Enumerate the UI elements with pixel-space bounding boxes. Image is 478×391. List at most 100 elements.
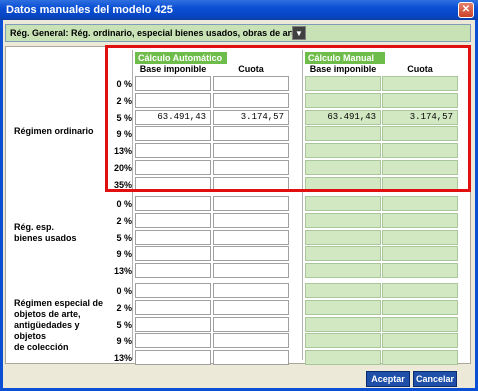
auto-base-field[interactable]: [135, 333, 211, 348]
close-button[interactable]: ✕: [458, 2, 474, 18]
manual-cuota-field[interactable]: [382, 213, 458, 228]
auto-cuota-field[interactable]: [213, 246, 289, 261]
auto-base-field[interactable]: [135, 300, 211, 315]
manual-base-field[interactable]: [305, 350, 381, 365]
rate-label: 5 %: [116, 233, 132, 243]
manual-cuota-field[interactable]: [382, 126, 458, 141]
manual-cuota-field[interactable]: [382, 93, 458, 108]
auto-cuota-field[interactable]: [213, 76, 289, 91]
column-header-cuota-auto: Cuota: [238, 64, 264, 74]
manual-base-field[interactable]: [305, 76, 381, 91]
auto-base-field[interactable]: 63.491,43: [135, 110, 211, 125]
manual-base-field[interactable]: [305, 300, 381, 315]
rate-label: 13%: [113, 353, 132, 363]
auto-base-field[interactable]: [135, 196, 211, 211]
manual-base-field[interactable]: [305, 160, 381, 175]
manual-base-field[interactable]: [305, 143, 381, 158]
rate-label: 9 %: [116, 129, 132, 139]
rate-label: 0 %: [116, 199, 132, 209]
regimen-select-value: Rég. General: Rég. ordinario, especial b…: [10, 28, 300, 38]
manual-base-field[interactable]: [305, 333, 381, 348]
column-divider: [302, 50, 303, 360]
auto-base-field[interactable]: [135, 263, 211, 278]
auto-base-field[interactable]: [135, 143, 211, 158]
auto-cuota-field[interactable]: [213, 177, 289, 192]
auto-cuota-field[interactable]: [213, 126, 289, 141]
manual-cuota-field[interactable]: [382, 317, 458, 332]
manual-base-field[interactable]: [305, 263, 381, 278]
column-header-cuota-manual: Cuota: [407, 64, 433, 74]
auto-base-field[interactable]: [135, 126, 211, 141]
auto-cuota-field[interactable]: [213, 160, 289, 175]
tab-calculo-manual[interactable]: Cálculo Manual: [305, 52, 385, 64]
rate-label: 5 %: [116, 113, 132, 123]
regimen-select[interactable]: Rég. General: Rég. ordinario, especial b…: [5, 24, 471, 42]
auto-base-field[interactable]: [135, 160, 211, 175]
section-label: Régimen ordinario: [14, 126, 94, 136]
chevron-down-icon[interactable]: ▼: [292, 26, 306, 40]
cancel-button[interactable]: Cancelar: [413, 371, 457, 387]
section-label: Rég. esp. bienes usados: [14, 222, 77, 243]
auto-cuota-field[interactable]: [213, 283, 289, 298]
rate-label: 2 %: [116, 216, 132, 226]
auto-cuota-field[interactable]: [213, 196, 289, 211]
auto-base-field[interactable]: [135, 350, 211, 365]
auto-base-field[interactable]: [135, 317, 211, 332]
manual-cuota-field[interactable]: [382, 76, 458, 91]
rate-label: 13%: [113, 146, 132, 156]
auto-cuota-field[interactable]: [213, 93, 289, 108]
auto-cuota-field[interactable]: [213, 317, 289, 332]
auto-cuota-field[interactable]: [213, 213, 289, 228]
manual-cuota-field[interactable]: [382, 263, 458, 278]
manual-cuota-field[interactable]: [382, 177, 458, 192]
manual-base-field[interactable]: [305, 196, 381, 211]
rate-label: 13%: [113, 266, 132, 276]
manual-base-field[interactable]: 63.491,43: [305, 110, 381, 125]
manual-cuota-field[interactable]: [382, 160, 458, 175]
auto-cuota-field[interactable]: [213, 350, 289, 365]
auto-base-field[interactable]: [135, 283, 211, 298]
column-header-base-manual: Base imponible: [309, 64, 377, 74]
rate-label: 9 %: [116, 336, 132, 346]
manual-cuota-field[interactable]: [382, 143, 458, 158]
auto-base-field[interactable]: [135, 177, 211, 192]
manual-base-field[interactable]: [305, 246, 381, 261]
rate-label: 9 %: [116, 249, 132, 259]
rate-label: 2 %: [116, 96, 132, 106]
manual-base-field[interactable]: [305, 317, 381, 332]
auto-base-field[interactable]: [135, 230, 211, 245]
auto-cuota-field[interactable]: [213, 263, 289, 278]
manual-cuota-field[interactable]: 3.174,57: [382, 110, 458, 125]
manual-base-field[interactable]: [305, 93, 381, 108]
rate-label: 2 %: [116, 303, 132, 313]
manual-cuota-field[interactable]: [382, 333, 458, 348]
manual-cuota-field[interactable]: [382, 196, 458, 211]
manual-cuota-field[interactable]: [382, 246, 458, 261]
manual-cuota-field[interactable]: [382, 300, 458, 315]
auto-cuota-field[interactable]: 3.174,57: [213, 110, 289, 125]
manual-cuota-field[interactable]: [382, 230, 458, 245]
manual-base-field[interactable]: [305, 213, 381, 228]
auto-cuota-field[interactable]: [213, 143, 289, 158]
window-title: Datos manuales del modelo 425: [6, 4, 173, 16]
rate-label: 35%: [113, 180, 132, 190]
title-bar: Datos manuales del modelo 425 ✕: [0, 0, 478, 20]
auto-cuota-field[interactable]: [213, 230, 289, 245]
manual-base-field[interactable]: [305, 126, 381, 141]
rate-label: 5 %: [116, 320, 132, 330]
auto-base-field[interactable]: [135, 93, 211, 108]
column-divider: [132, 50, 133, 360]
accept-button[interactable]: Aceptar: [366, 371, 410, 387]
manual-cuota-field[interactable]: [382, 283, 458, 298]
manual-cuota-field[interactable]: [382, 350, 458, 365]
tab-calculo-automatico[interactable]: Cálculo Automático: [135, 52, 227, 64]
auto-cuota-field[interactable]: [213, 333, 289, 348]
auto-cuota-field[interactable]: [213, 300, 289, 315]
section-label: Régimen especial de objetos de arte, ant…: [14, 298, 104, 352]
manual-base-field[interactable]: [305, 177, 381, 192]
manual-base-field[interactable]: [305, 230, 381, 245]
auto-base-field[interactable]: [135, 213, 211, 228]
auto-base-field[interactable]: [135, 246, 211, 261]
auto-base-field[interactable]: [135, 76, 211, 91]
manual-base-field[interactable]: [305, 283, 381, 298]
